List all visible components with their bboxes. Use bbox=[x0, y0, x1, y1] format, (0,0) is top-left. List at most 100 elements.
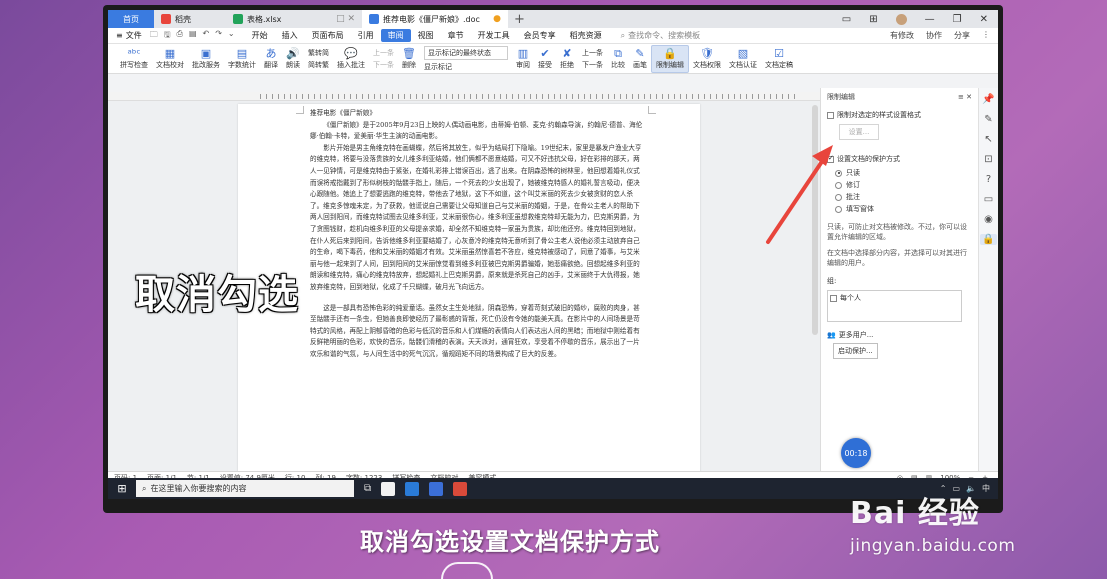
simp-to-trad-button[interactable]: 简转繁 bbox=[308, 60, 329, 70]
open-icon[interactable]: 🗀 bbox=[150, 29, 158, 43]
grid-icon[interactable]: ⊞ bbox=[869, 14, 877, 25]
format-restriction-checkbox[interactable] bbox=[827, 111, 834, 119]
review-pane-button[interactable]: ▥ 审阅 bbox=[512, 45, 534, 73]
more-icon[interactable]: ⋮ bbox=[982, 30, 990, 41]
menu-view[interactable]: 视图 bbox=[411, 28, 441, 44]
menu-docer[interactable]: 稻壳资源 bbox=[563, 28, 609, 44]
chevron-down-icon[interactable]: ⌄ bbox=[228, 29, 235, 43]
app-icon[interactable] bbox=[429, 481, 444, 496]
doc-permission-button[interactable]: 🛡 文档权限 bbox=[689, 45, 725, 73]
protection-mode-option[interactable]: 设置文档的保护方式 bbox=[827, 154, 972, 164]
wps-icon[interactable] bbox=[453, 481, 468, 496]
translate-button[interactable]: あ翻译 bbox=[260, 45, 282, 73]
delete-comment-button[interactable]: 🗑 删除 bbox=[398, 45, 420, 73]
insert-comment-button[interactable]: 💬 插入批注 bbox=[333, 45, 369, 73]
radio-form[interactable]: 填写窗体 bbox=[835, 204, 972, 214]
layout-icon[interactable]: ▭ bbox=[842, 14, 851, 25]
radio-readonly[interactable]: 只读 bbox=[835, 168, 972, 178]
menu-review[interactable]: 审阅 bbox=[380, 29, 411, 42]
minimize-icon[interactable]: — bbox=[925, 14, 935, 25]
vertical-scrollbar[interactable] bbox=[812, 105, 818, 335]
panel-close-icon[interactable]: ≡ ✕ bbox=[958, 93, 972, 101]
undo-icon[interactable]: ↶ bbox=[203, 29, 210, 43]
radio-comment[interactable]: 批注 bbox=[835, 192, 972, 202]
next-comment-button[interactable]: 下一条 bbox=[373, 60, 394, 70]
horizontal-ruler[interactable] bbox=[108, 92, 820, 101]
menu-reference[interactable]: 引用 bbox=[351, 28, 381, 44]
word-count-button[interactable]: ▤ 字数统计 bbox=[224, 45, 260, 73]
protection-mode-checkbox[interactable] bbox=[827, 154, 834, 163]
radio-dot[interactable] bbox=[835, 169, 842, 177]
windows-start-icon[interactable]: ⊞ bbox=[108, 482, 136, 495]
batch-service-button[interactable]: ▣ 批改服务 bbox=[188, 45, 224, 73]
collab-button[interactable]: 协作 bbox=[926, 30, 942, 41]
more-users-link[interactable]: 👥 更多用户... bbox=[827, 330, 972, 340]
everyone-checkbox[interactable] bbox=[830, 294, 837, 302]
menu-devtools[interactable]: 开发工具 bbox=[471, 28, 517, 44]
proofread-button[interactable]: ▦ 文档校对 bbox=[152, 45, 188, 73]
avatar[interactable] bbox=[895, 13, 907, 25]
format-settings-button[interactable]: 设置... bbox=[839, 124, 879, 140]
redo-icon[interactable]: ↷ bbox=[215, 29, 222, 43]
accept-button[interactable]: ✔ 接受 bbox=[534, 45, 556, 73]
new-tab-button[interactable]: + bbox=[508, 12, 531, 27]
menu-layout[interactable]: 页面布局 bbox=[305, 28, 351, 44]
restrict-editing-button[interactable]: 🔒 限制编辑 bbox=[651, 44, 689, 73]
prev-comment-button[interactable]: 上一条 bbox=[373, 48, 394, 58]
app-icon[interactable] bbox=[381, 481, 396, 496]
tab-docer[interactable]: 稻壳 bbox=[154, 10, 226, 28]
user-group-list[interactable]: 每个人 bbox=[827, 290, 962, 322]
document-body[interactable]: 推荐电影《僵尸新娘》 《僵尸新娘》是于2005年9月23日上映的人偶动画电影，由… bbox=[310, 108, 646, 360]
close-icon[interactable]: □ ✕ bbox=[336, 14, 355, 24]
unsaved-indicator[interactable]: 有修改 bbox=[890, 30, 914, 41]
print-icon[interactable]: ⎙ bbox=[177, 29, 183, 43]
menu-chapter[interactable]: 章节 bbox=[441, 28, 471, 44]
hamburger-icon[interactable]: ≡ bbox=[116, 31, 123, 40]
share-button[interactable]: 分享 bbox=[954, 30, 970, 41]
reject-button[interactable]: ✘ 拒绝 bbox=[556, 45, 578, 73]
menu-insert[interactable]: 插入 bbox=[275, 28, 305, 44]
menu-member[interactable]: 会员专享 bbox=[517, 28, 563, 44]
radio-dot[interactable] bbox=[835, 193, 842, 201]
taskbar-search[interactable]: ⌕ 在这里输入你要搜索的内容 bbox=[136, 480, 354, 497]
print-preview-icon[interactable]: ▤ bbox=[189, 29, 197, 43]
spell-check-button[interactable]: ᵃᵇᶜ 拼写检查 bbox=[116, 45, 152, 73]
trad-to-simp-button[interactable]: 繁转简 bbox=[308, 48, 329, 58]
start-protection-button[interactable]: 启动保护... bbox=[833, 343, 878, 359]
show-markup-button[interactable]: 显示标记 bbox=[424, 62, 508, 72]
document-page[interactable]: 推荐电影《僵尸新娘》 《僵尸新娘》是于2005年9月23日上映的人偶动画电影，由… bbox=[238, 104, 700, 471]
help-icon[interactable]: ? bbox=[986, 174, 991, 185]
read-aloud-button[interactable]: 🔊 朗读 bbox=[282, 45, 304, 73]
compare-button[interactable]: ⧉ 比较 bbox=[607, 45, 629, 73]
edge-icon[interactable] bbox=[405, 481, 420, 496]
prev-change-button[interactable]: 上一条 bbox=[582, 48, 603, 58]
tab-xlsx[interactable]: 表格.xlsx □ ✕ bbox=[226, 10, 362, 28]
shapes-icon[interactable]: ⊡ bbox=[984, 154, 992, 165]
tab-home[interactable]: 首页 bbox=[108, 10, 154, 28]
tab-active-doc[interactable]: 推荐电影《僵尸新娘》.doc ● bbox=[362, 10, 508, 28]
pen-tool-icon[interactable]: ✎ bbox=[984, 114, 992, 125]
timer-badge[interactable]: 00:18 bbox=[841, 438, 871, 468]
close-window-icon[interactable]: ✕ bbox=[980, 14, 988, 25]
everyone-option[interactable]: 每个人 bbox=[830, 293, 959, 303]
location-icon[interactable]: ◉ bbox=[984, 214, 993, 225]
doc-auth-button[interactable]: ▧ 文档认证 bbox=[725, 45, 761, 73]
menu-file[interactable]: 文件 bbox=[126, 30, 142, 41]
radio-dot[interactable] bbox=[835, 205, 842, 213]
format-restriction-option[interactable]: 限制对选定的样式设置格式 bbox=[827, 110, 972, 120]
markup-state-select[interactable]: 显示标记的最终状态 bbox=[424, 45, 508, 60]
next-change-button[interactable]: 下一条 bbox=[582, 60, 603, 70]
menu-start[interactable]: 开始 bbox=[245, 28, 275, 44]
doc-icon[interactable]: ▭ bbox=[984, 194, 993, 205]
radio-revision[interactable]: 修订 bbox=[835, 180, 972, 190]
task-view-icon[interactable]: ⧉ bbox=[364, 483, 371, 494]
save-icon[interactable]: 🖫 bbox=[164, 29, 171, 43]
pointer-icon[interactable]: ↖ bbox=[984, 134, 992, 145]
finalize-button[interactable]: ☑ 文档定稿 bbox=[761, 45, 797, 73]
command-search[interactable]: ⌕ 查找命令、搜索模板 bbox=[621, 30, 700, 41]
maximize-icon[interactable]: ❐ bbox=[953, 14, 962, 25]
lock-icon[interactable]: 🔒 bbox=[980, 234, 997, 245]
ink-button[interactable]: ✎ 画笔 bbox=[629, 45, 651, 73]
radio-dot[interactable] bbox=[835, 181, 842, 189]
pin-icon[interactable]: 📌 bbox=[982, 94, 994, 105]
